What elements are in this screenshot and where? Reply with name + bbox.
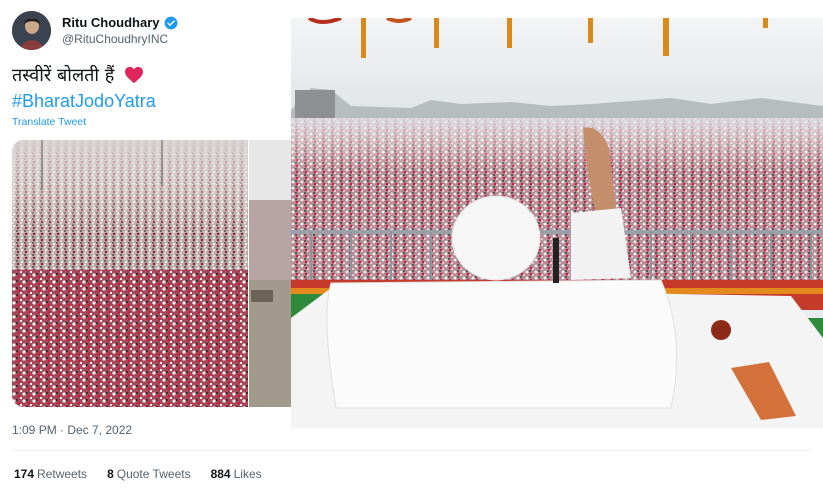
quote-tweets-count: 8	[107, 467, 114, 481]
tweet-card: Ritu Choudhary @RituChoudhryINC तस्वीरें…	[0, 0, 823, 494]
quote-tweets-stat[interactable]: 8 Quote Tweets	[107, 467, 191, 481]
tweet-timestamp[interactable]: 1:09 PM · Dec 7, 2022	[12, 423, 132, 437]
tweet-photo-road[interactable]	[249, 140, 291, 407]
tweet-text-body: तस्वीरें बोलती हैं	[12, 65, 115, 86]
retweets-label: Retweets	[37, 467, 88, 481]
author-handle[interactable]: @RituChoudhryINC	[62, 32, 168, 46]
tweet-text: तस्वीरें बोलती हैं	[12, 64, 144, 87]
rally-photo-image	[291, 18, 823, 428]
crowd-photo-image	[12, 140, 248, 407]
author-name[interactable]: Ritu Choudhary	[62, 15, 178, 30]
author-name-text[interactable]: Ritu Choudhary	[62, 15, 160, 30]
heart-icon	[125, 66, 144, 84]
hashtag-link[interactable]: #BharatJodoYatra	[12, 90, 156, 112]
likes-stat[interactable]: 884 Likes	[211, 467, 262, 481]
divider	[12, 450, 811, 451]
road-photo-image	[249, 140, 291, 407]
retweets-stat[interactable]: 174 Retweets	[14, 467, 87, 481]
retweets-count: 174	[14, 467, 35, 481]
likes-count: 884	[210, 467, 231, 481]
translate-tweet-link[interactable]: Translate Tweet	[12, 116, 86, 128]
rally-photo	[291, 18, 823, 428]
avatar[interactable]	[12, 11, 51, 50]
likes-label: Likes	[233, 467, 262, 481]
tweet-photo-crowd[interactable]	[12, 140, 248, 407]
tweet-stats: 174 Retweets 8 Quote Tweets 884 Likes	[14, 467, 262, 481]
quote-tweets-label: Quote Tweets	[116, 467, 191, 481]
verified-badge-icon	[164, 16, 177, 29]
